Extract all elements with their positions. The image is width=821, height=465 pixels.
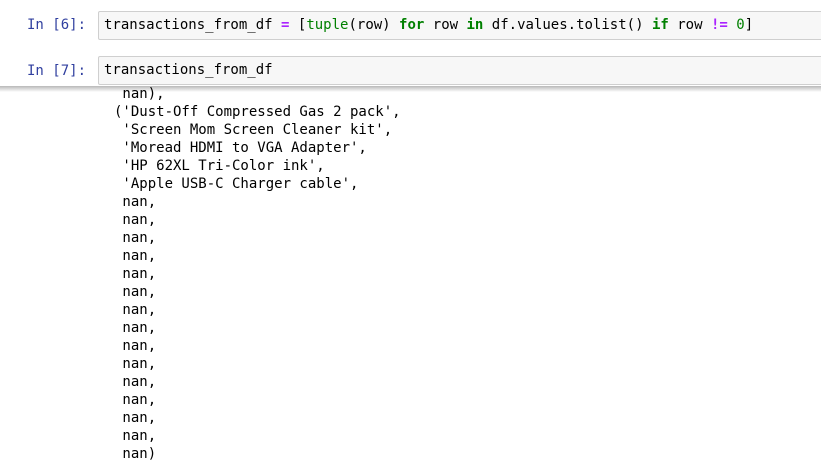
- code-token: in: [466, 17, 484, 33]
- code-token: [: [289, 17, 307, 33]
- output-line: 'Apple USB-C Charger cable',: [114, 176, 359, 192]
- output-line: nan,: [114, 284, 157, 300]
- output-line: nan,: [114, 410, 157, 426]
- code-line: transactions_from_df: [104, 62, 273, 78]
- output-line: nan,: [114, 338, 157, 354]
- output-line: nan,: [114, 266, 157, 282]
- code-token: transactions_from_df: [104, 17, 282, 33]
- output-line: nan,: [114, 428, 157, 444]
- output-line: nan,: [114, 230, 157, 246]
- code-token: tuple: [306, 17, 349, 33]
- code-token: row: [424, 17, 467, 33]
- cell-prompt: In [7]:: [27, 63, 87, 79]
- output-line: 'HP 62XL Tri-Color ink',: [114, 158, 325, 174]
- output-line: nan,: [114, 392, 157, 408]
- output-scroll-shadow: [0, 86, 821, 92]
- output-line: nan,: [114, 302, 157, 318]
- output-text: nan), ('Dust-Off Compressed Gas 2 pack', …: [114, 86, 401, 463]
- code-token: transactions_from_df: [104, 62, 273, 78]
- output-line: nan,: [114, 212, 157, 228]
- code-input[interactable]: transactions_from_df = [tuple(row) for r…: [98, 11, 821, 40]
- code-token: ]: [744, 17, 754, 33]
- output-line: nan,: [114, 194, 157, 210]
- code-token: df.values.tolist(): [483, 17, 652, 33]
- output-line: 'Screen Mom Screen Cleaner kit',: [114, 122, 393, 138]
- code-input[interactable]: transactions_from_df: [98, 56, 821, 85]
- output-line: 'Moread HDMI to VGA Adapter',: [114, 140, 367, 156]
- code-cell-6[interactable]: In [6]: transactions_from_df = [tuple(ro…: [0, 0, 821, 45]
- code-token: row: [668, 17, 711, 33]
- output-line: ('Dust-Off Compressed Gas 2 pack',: [114, 104, 401, 120]
- cell-output: nan), ('Dust-Off Compressed Gas 2 pack', …: [0, 86, 821, 465]
- output-line: nan,: [114, 374, 157, 390]
- output-line: nan): [114, 446, 157, 462]
- output-line: nan,: [114, 320, 157, 336]
- code-token: 0: [736, 17, 745, 33]
- code-token: !=: [710, 17, 728, 33]
- code-token: for: [399, 17, 425, 33]
- cell-prompt: In [6]:: [27, 17, 87, 33]
- output-line: nan,: [114, 356, 157, 372]
- code-cell-7[interactable]: In [7]: transactions_from_df: [0, 48, 821, 88]
- output-line: nan,: [114, 248, 157, 264]
- code-token: if: [651, 17, 669, 33]
- code-token: (row): [348, 17, 400, 33]
- code-line: transactions_from_df = [tuple(row) for r…: [104, 17, 753, 33]
